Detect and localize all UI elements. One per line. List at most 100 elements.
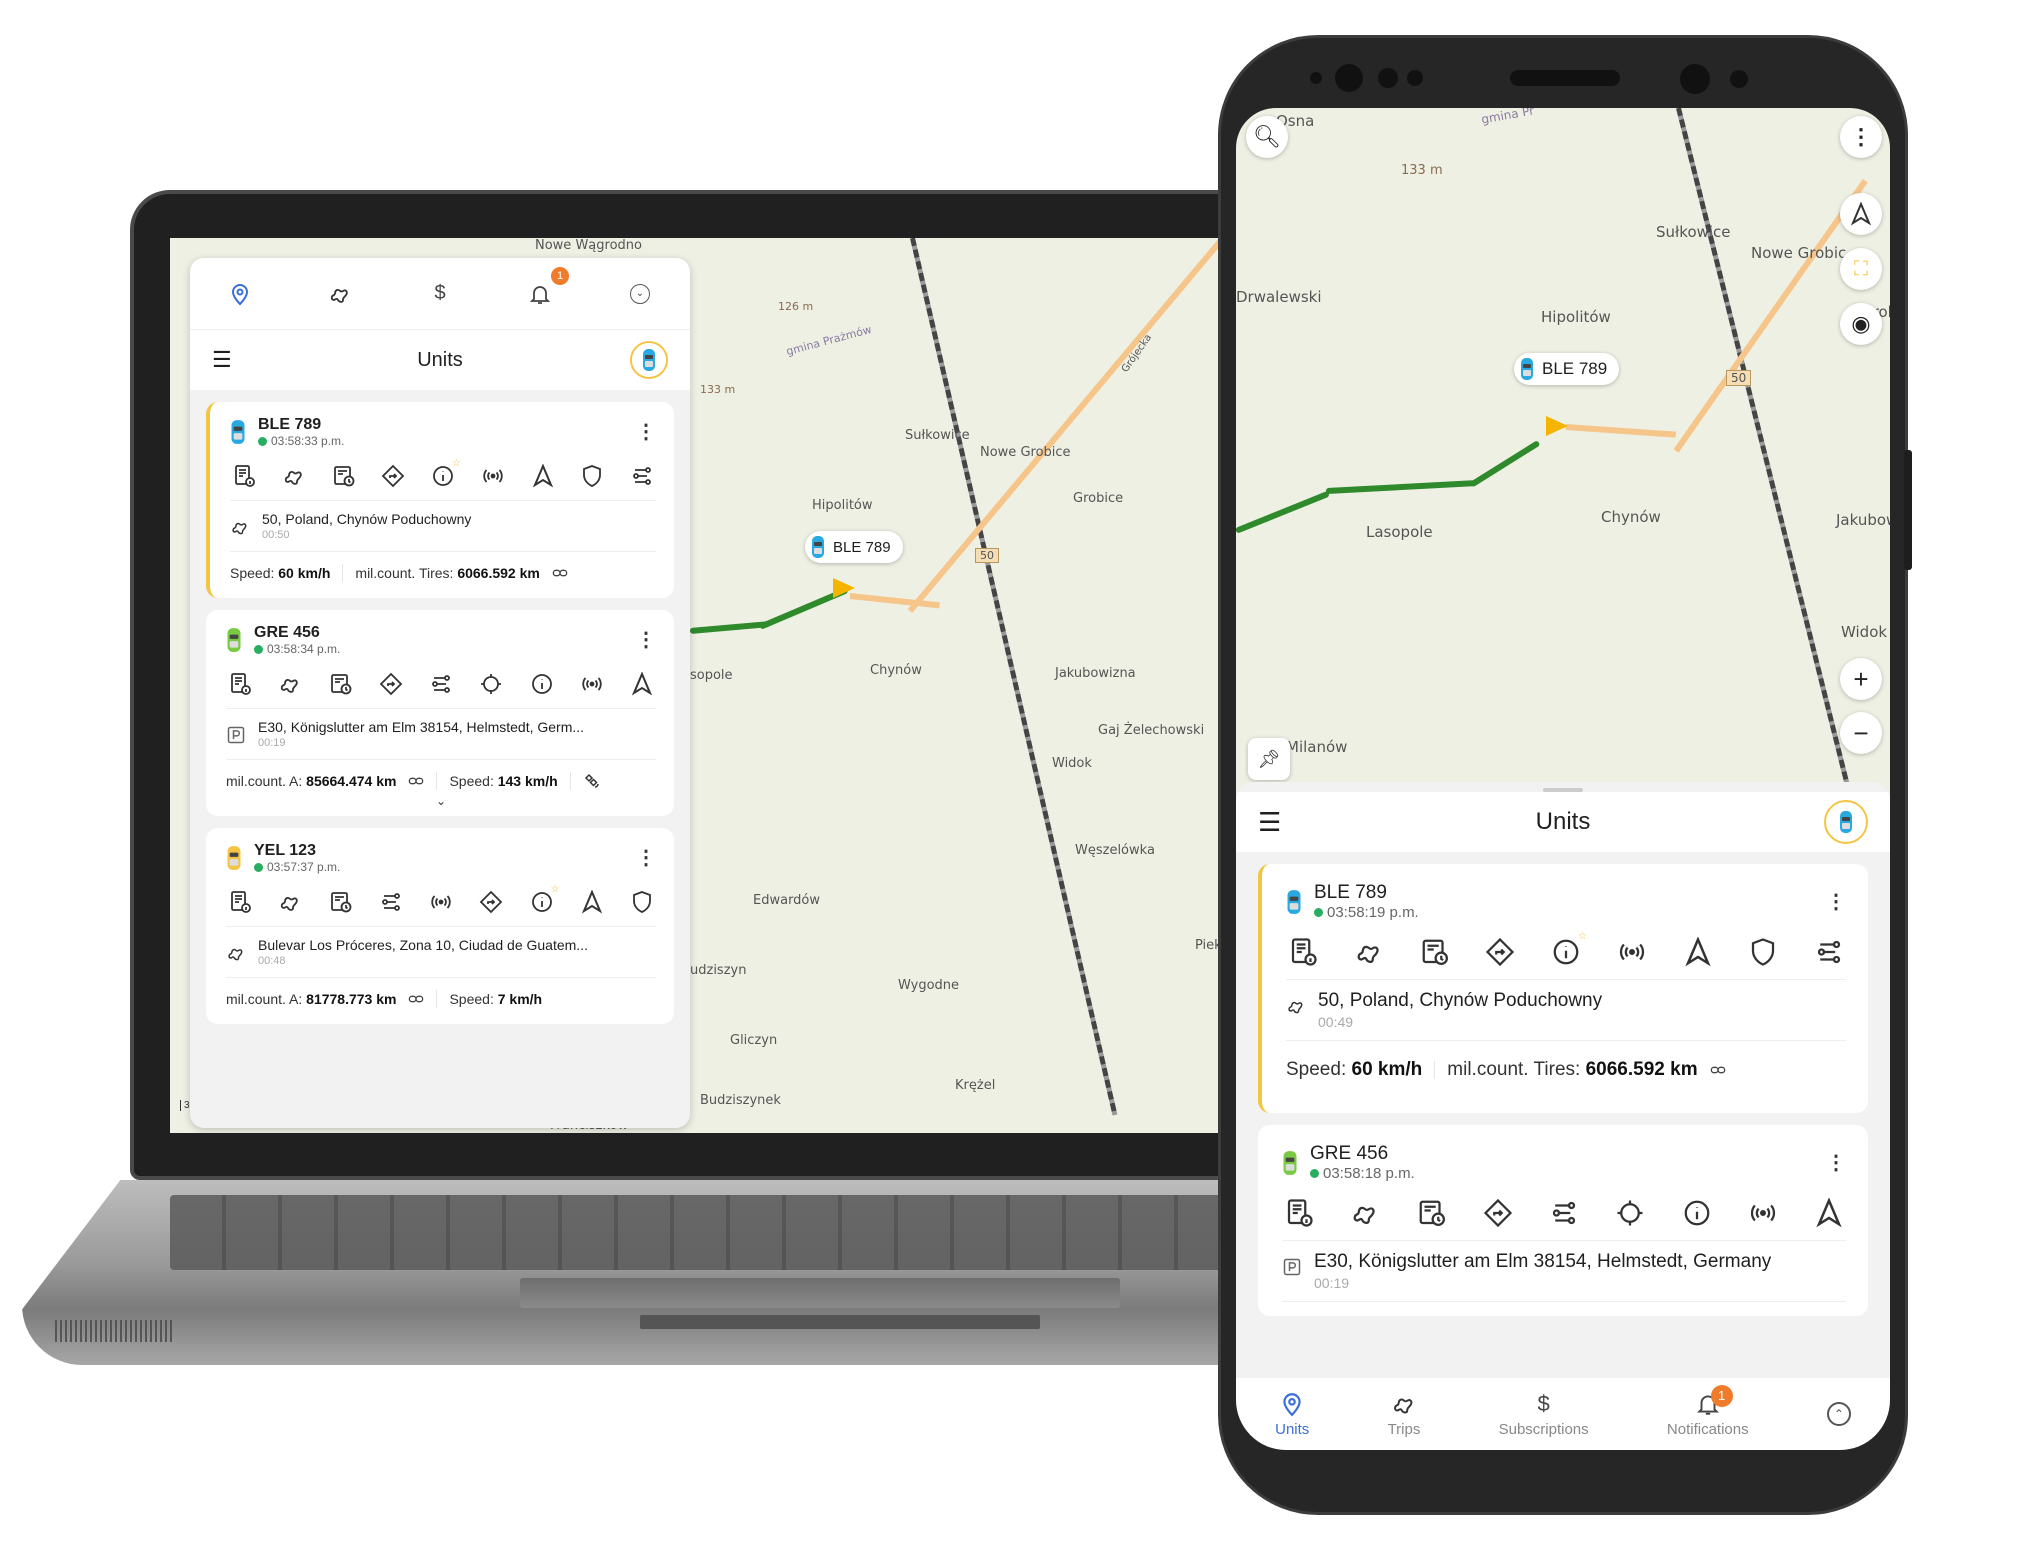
pin-button[interactable]: 📌︎ <box>1248 738 1290 780</box>
nav-notifications[interactable]: 1 <box>527 266 569 307</box>
action-direction[interactable] <box>1485 937 1515 967</box>
last-update-time: 03:58:33 p.m. <box>271 434 345 448</box>
action-nav[interactable] <box>580 890 604 914</box>
action-trip[interactable] <box>282 464 306 488</box>
my-location-button[interactable]: ◉ <box>1840 303 1882 345</box>
map-unit-marker[interactable]: BLE 789 <box>1514 353 1620 385</box>
action-shield[interactable] <box>580 464 604 488</box>
unit-card[interactable]: BLE 789 03:58:19 p.m. ⋮ ☆ 50, Poland, Chy… <box>1258 864 1868 1113</box>
action-signal[interactable] <box>1748 1198 1778 1228</box>
unit-card[interactable]: GRE 456 03:58:34 p.m. ⋮ E30, Königslutte… <box>206 610 674 816</box>
action-report[interactable] <box>232 464 256 488</box>
unit-menu-button[interactable]: ⋮ <box>1826 1153 1846 1173</box>
expand-button[interactable]: ⌃ <box>1826 1402 1851 1426</box>
zoom-in-button[interactable]: + <box>1840 658 1882 700</box>
unit-card[interactable]: BLE 789 03:58:33 p.m. ⋮ ☆ 50, Poland, Chy… <box>206 402 674 598</box>
action-shield[interactable] <box>630 890 654 914</box>
unit-card[interactable]: GRE 456 03:58:18 p.m. ⋮ E30, Königslutte… <box>1258 1125 1868 1316</box>
menu-icon[interactable]: ☰ <box>1258 807 1281 838</box>
action-info[interactable]: ☆ <box>530 884 560 914</box>
action-trip[interactable] <box>278 672 302 696</box>
action-history[interactable] <box>329 890 353 914</box>
action-info[interactable] <box>530 672 554 696</box>
unit-menu-button[interactable]: ⋮ <box>1826 892 1846 912</box>
satellite-icon[interactable] <box>583 772 601 790</box>
unit-menu-button[interactable]: ⋮ <box>636 848 656 868</box>
tab-units[interactable]: Units <box>1275 1391 1309 1438</box>
zoom-out-button[interactable]: − <box>1840 712 1882 754</box>
unit-address-row[interactable]: 50, Poland, Chynów Poduchowny 00:49 <box>1286 980 1846 1041</box>
action-signal[interactable] <box>481 464 505 488</box>
action-info[interactable]: ☆ <box>431 458 461 488</box>
vehicle-heading-marker[interactable] <box>1546 416 1568 436</box>
action-report[interactable] <box>1284 1198 1314 1228</box>
top-nav: $ 1 ⌄ <box>190 258 690 330</box>
action-target[interactable] <box>1615 1198 1645 1228</box>
action-report[interactable] <box>228 672 252 696</box>
link-icon[interactable] <box>408 991 424 1007</box>
unit-menu-button[interactable]: ⋮ <box>636 422 656 442</box>
more-options-button[interactable]: ⋮ <box>1840 116 1882 158</box>
action-history[interactable] <box>1417 1198 1447 1228</box>
action-signal[interactable] <box>580 672 604 696</box>
collapse-button[interactable]: ⌄ <box>627 281 653 307</box>
tab-subscriptions[interactable]: $ Subscriptions <box>1499 1391 1589 1438</box>
map-unit-marker[interactable]: BLE 789 <box>805 531 903 563</box>
action-route[interactable] <box>1549 1198 1579 1228</box>
action-direction[interactable] <box>479 890 503 914</box>
action-nav[interactable] <box>1683 937 1713 967</box>
nav-units[interactable] <box>227 281 253 307</box>
action-route[interactable] <box>630 464 654 488</box>
vehicle-heading-marker[interactable] <box>833 578 855 598</box>
action-nav[interactable] <box>630 672 654 696</box>
link-icon[interactable] <box>1710 1062 1726 1078</box>
signal-icon <box>1617 937 1647 967</box>
action-trip[interactable] <box>278 890 302 914</box>
action-trip[interactable] <box>1350 1198 1380 1228</box>
link-icon[interactable] <box>552 565 568 581</box>
action-shield[interactable] <box>1748 937 1778 967</box>
direction-sign-icon <box>1485 937 1515 967</box>
action-trip[interactable] <box>1354 937 1384 967</box>
action-history[interactable] <box>332 464 356 488</box>
unit-address-row[interactable]: Bulevar Los Próceres, Zona 10, Ciudad de… <box>226 927 656 978</box>
action-nav[interactable] <box>531 464 555 488</box>
menu-icon[interactable]: ☰ <box>212 347 232 373</box>
tab-notifications[interactable]: Notifications 1 <box>1667 1384 1749 1438</box>
unit-menu-button[interactable]: ⋮ <box>636 630 656 650</box>
action-report[interactable] <box>1288 937 1318 967</box>
action-direction[interactable] <box>381 464 405 488</box>
action-nav[interactable] <box>1814 1198 1844 1228</box>
action-signal[interactable] <box>429 890 453 914</box>
stat-label: Speed: <box>230 565 275 581</box>
action-direction[interactable] <box>1483 1198 1513 1228</box>
sheet-header: ☰ Units <box>1236 792 1890 852</box>
avatar[interactable] <box>1824 800 1868 844</box>
action-info[interactable] <box>1682 1198 1712 1228</box>
unit-address-row[interactable]: E30, Königslutter am Elm 38154, Helmsted… <box>226 709 656 760</box>
search-button[interactable]: 🔍︎ <box>1246 116 1288 158</box>
map-label: 133 m <box>1401 163 1443 178</box>
action-direction[interactable] <box>379 672 403 696</box>
action-route[interactable] <box>379 890 403 914</box>
action-target[interactable] <box>479 672 503 696</box>
unit-address-row[interactable]: E30, Königslutter am Elm 38154, Helmsted… <box>1282 1241 1846 1302</box>
action-signal[interactable] <box>1617 937 1647 967</box>
action-history[interactable] <box>1420 937 1450 967</box>
action-route[interactable] <box>429 672 453 696</box>
action-history[interactable] <box>329 672 353 696</box>
unit-card[interactable]: YEL 123 03:57:37 p.m. ⋮ ☆ Bulevar Los Pró… <box>206 828 674 1024</box>
focus-unit-button[interactable]: ⛶ <box>1840 248 1882 290</box>
expand-chevron-icon[interactable]: ⌄ <box>226 795 656 807</box>
action-route[interactable] <box>1814 937 1844 967</box>
avatar[interactable] <box>630 341 668 379</box>
action-report[interactable] <box>228 890 252 914</box>
route-icon <box>1814 937 1844 967</box>
nav-trips[interactable] <box>327 281 353 307</box>
tab-trips[interactable]: Trips <box>1388 1391 1420 1438</box>
link-icon[interactable] <box>408 773 424 789</box>
follow-unit-button[interactable] <box>1840 193 1882 235</box>
nav-subscriptions[interactable]: $ <box>427 281 453 307</box>
unit-address-row[interactable]: 50, Poland, Chynów Poduchowny 00:50 <box>230 501 656 552</box>
action-info[interactable]: ☆ <box>1551 931 1587 967</box>
